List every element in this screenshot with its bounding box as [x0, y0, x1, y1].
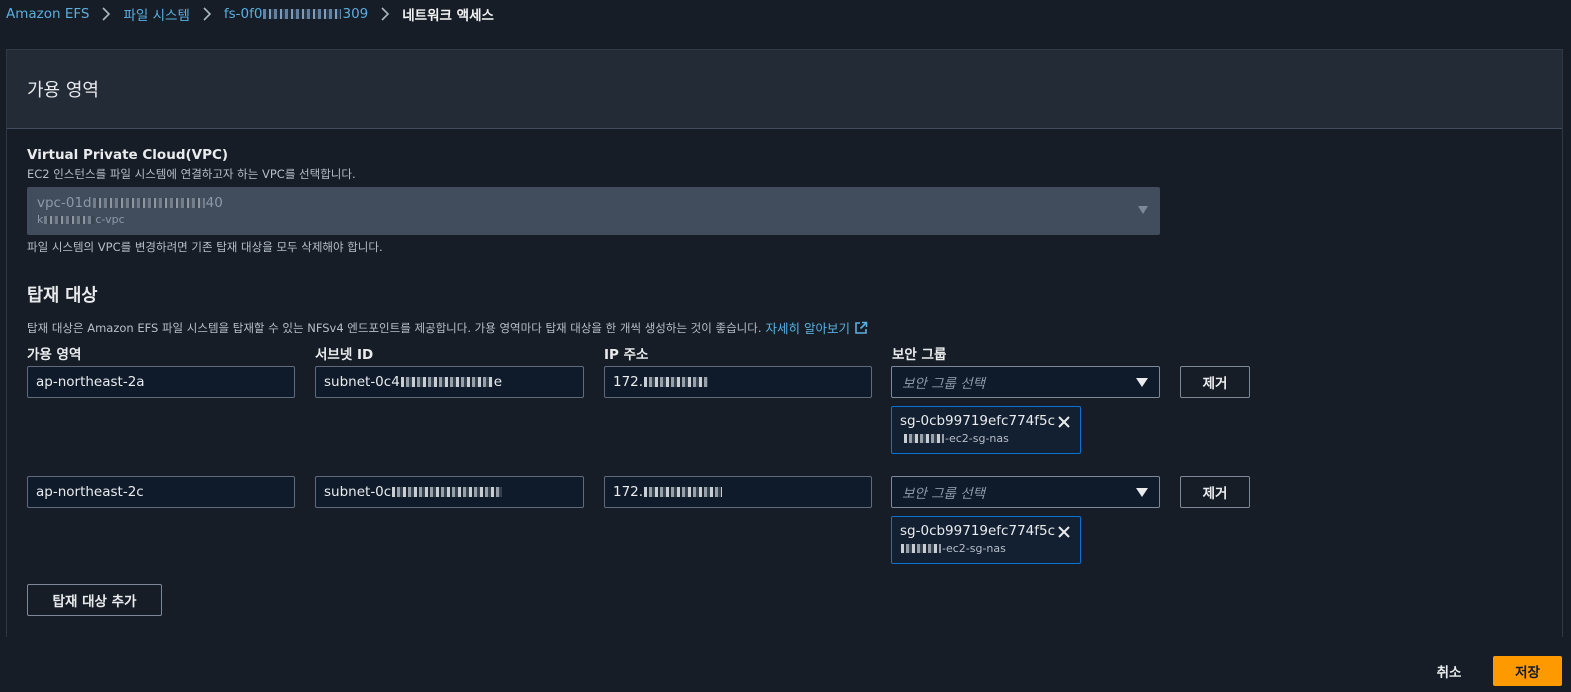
breadcrumb-file-systems[interactable]: 파일 시스템 — [123, 4, 189, 24]
redacted-mask — [644, 377, 709, 387]
redacted-mask — [400, 377, 493, 387]
panel-title: 가용 영역 — [27, 80, 99, 101]
column-header-subnet: 서브넷 ID — [315, 347, 374, 363]
security-group-token-name: -ec2-sg-nas — [900, 432, 1072, 445]
chevron-right-icon — [379, 7, 391, 21]
redacted-mask — [392, 487, 503, 497]
close-icon[interactable] — [1057, 415, 1071, 429]
chevron-right-icon — [100, 7, 112, 21]
security-group-name-suffix: -ec2-sg-nas — [942, 542, 1006, 555]
security-group-token-id: sg-0cb99719efc774f5c — [900, 523, 1056, 539]
cancel-button[interactable]: 취소 — [1419, 657, 1479, 685]
redacted-mask — [263, 9, 342, 19]
add-mount-target-button[interactable]: 탑재 대상 추가 — [27, 584, 162, 616]
subnet-suffix: e — [493, 374, 503, 390]
close-icon[interactable] — [1057, 525, 1071, 539]
vpc-id-suffix: 40 — [205, 195, 223, 211]
breadcrumb-file-system-id[interactable]: fs-0f0 309 — [224, 6, 368, 22]
remove-button-row-1[interactable]: 제거 — [1180, 366, 1250, 398]
learn-more-link[interactable]: 자세히 알아보기 — [765, 318, 868, 337]
redacted-mask — [904, 434, 944, 443]
security-group-token-row-1: sg-0cb99719efc774f5c -ec2-sg-nas — [891, 406, 1081, 454]
availability-zone-panel: 가용 영역 Virtual Private Cloud(VPC) EC2 인스턴… — [6, 49, 1563, 637]
column-header-az: 가용 영역 — [27, 347, 82, 363]
caret-down-icon — [1138, 206, 1148, 214]
fs-id-suffix: 309 — [342, 6, 369, 22]
ip-prefix: 172. — [613, 484, 644, 500]
breadcrumb-current: 네트워크 액세스 — [402, 8, 494, 24]
caret-down-icon — [1136, 488, 1148, 497]
ip-input-row-1[interactable]: 172. — [604, 366, 872, 398]
vpc-description: EC2 인스턴스를 파일 시스템에 연결하고자 하는 VPC를 선택합니다. — [27, 167, 356, 181]
fs-id-prefix: fs-0f0 — [223, 6, 263, 22]
redacted-mask — [901, 544, 941, 553]
redacted-mask — [644, 487, 723, 497]
security-group-placeholder: 보안 그룹 선택 — [902, 486, 986, 502]
vpc-name-prefix: k — [37, 213, 44, 226]
panel-body: Virtual Private Cloud(VPC) EC2 인스턴스를 파일 … — [7, 129, 1562, 637]
subnet-input-row-1[interactable]: subnet-0c4 e — [315, 366, 584, 398]
vpc-select: vpc-01d 40 k c-vpc — [27, 187, 1160, 235]
vpc-constraint-text: 파일 시스템의 VPC를 변경하려면 기존 탑재 대상을 모두 삭제해야 합니다… — [27, 240, 383, 254]
vpc-label: Virtual Private Cloud(VPC) — [27, 147, 229, 163]
redacted-mask — [92, 198, 205, 208]
az-input-row-1[interactable]: ap-northeast-2a — [27, 366, 295, 398]
vpc-name-suffix: c-vpc — [95, 213, 125, 226]
breadcrumb-amazon-efs[interactable]: Amazon EFS — [6, 6, 89, 22]
security-group-select-row-1[interactable]: 보안 그룹 선택 — [891, 366, 1160, 398]
mount-targets-title: 탑재 대상 — [27, 286, 98, 306]
security-group-placeholder: 보안 그룹 선택 — [902, 376, 986, 392]
breadcrumb: Amazon EFS 파일 시스템 fs-0f0 309 네트워크 액세스 — [6, 4, 494, 24]
save-button[interactable]: 저장 — [1493, 656, 1562, 686]
mount-targets-description-text: 탑재 대상은 Amazon EFS 파일 시스템을 탑재할 수 있는 NFSv4… — [27, 320, 762, 335]
az-input-row-2[interactable]: ap-northeast-2c — [27, 476, 295, 508]
security-group-name-suffix: -ec2-sg-nas — [945, 432, 1009, 445]
security-group-select-row-2[interactable]: 보안 그룹 선택 — [891, 476, 1160, 508]
remove-button-row-2[interactable]: 제거 — [1180, 476, 1250, 508]
column-header-ip: IP 주소 — [604, 347, 649, 363]
panel-header: 가용 영역 — [7, 50, 1562, 129]
chevron-right-icon — [201, 7, 213, 21]
security-group-token-id: sg-0cb99719efc774f5c — [900, 413, 1056, 429]
security-group-token-name: -ec2-sg-nas — [900, 542, 1072, 555]
subnet-input-row-2[interactable]: subnet-0c — [315, 476, 584, 508]
learn-more-label: 자세히 알아보기 — [765, 321, 850, 336]
ip-input-row-2[interactable]: 172. — [604, 476, 872, 508]
ip-prefix: 172. — [613, 374, 644, 390]
vpc-id-prefix: vpc-01d — [37, 195, 92, 211]
security-group-token-row-2: sg-0cb99719efc774f5c -ec2-sg-nas — [891, 516, 1081, 564]
subnet-prefix: subnet-0c — [324, 484, 392, 500]
vpc-selected-id: vpc-01d 40 — [37, 195, 1150, 211]
vpc-selected-name: k c-vpc — [37, 213, 1150, 226]
redacted-mask — [44, 215, 95, 224]
column-header-security-group: 보안 그룹 — [892, 347, 947, 363]
subnet-prefix: subnet-0c4 — [324, 374, 400, 390]
caret-down-icon — [1136, 378, 1148, 387]
mount-targets-description: 탑재 대상은 Amazon EFS 파일 시스템을 탑재할 수 있는 NFSv4… — [27, 318, 868, 337]
external-link-icon — [855, 321, 868, 334]
